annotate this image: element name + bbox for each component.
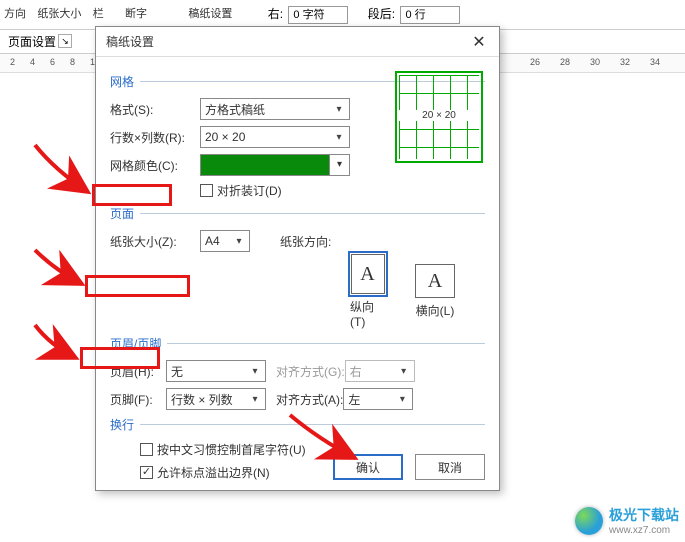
chevron-down-icon: ▾	[329, 155, 349, 175]
landscape-icon: A	[415, 264, 455, 298]
portrait-icon: A	[351, 254, 385, 294]
grid-preview-label: 20 × 20	[397, 110, 481, 121]
section-header-footer: 页眉/页脚	[110, 335, 485, 352]
chevron-down-icon: ▾	[331, 104, 347, 115]
rb-columns: 栏	[89, 0, 108, 28]
section-grid-label: 网格	[110, 73, 134, 90]
chevron-down-icon: ▾	[394, 394, 410, 405]
dialog-title-text: 稿纸设置	[106, 33, 154, 50]
rb-direction: 方向	[0, 0, 30, 28]
chevron-down-icon: ▾	[247, 394, 263, 405]
fold-binding-checkbox[interactable]: 对折装订(D)	[200, 182, 282, 199]
format-label: 格式(S):	[110, 101, 200, 118]
align-g-select: 右▾	[345, 360, 415, 382]
rb-manuscript: 稿纸设置	[184, 0, 236, 28]
watermark-logo-icon	[575, 507, 603, 535]
checkbox-icon	[140, 443, 153, 456]
footer-select[interactable]: 行数 × 列数▾	[166, 388, 266, 410]
watermark-name: 极光下载站	[609, 505, 679, 525]
cancel-button[interactable]: 取消	[415, 454, 485, 480]
landscape-label: 横向(L)	[416, 302, 455, 319]
dialog-titlebar: 稿纸设置 ✕	[96, 27, 499, 57]
orientation-label: 纸张方向:	[280, 233, 331, 250]
section-wrap: 换行	[110, 416, 485, 433]
grid-color-select[interactable]: ▾	[200, 154, 350, 176]
orientation-landscape[interactable]: A 横向(L)	[415, 264, 455, 319]
section-wrap-label: 换行	[110, 416, 134, 433]
overflow-checkbox[interactable]: ✓ 允许标点溢出边界(N)	[140, 464, 270, 481]
indent-right-value[interactable]: 0 字符	[288, 6, 348, 24]
overflow-label: 允许标点溢出边界(N)	[157, 464, 270, 481]
align-a-select[interactable]: 左▾	[343, 388, 413, 410]
fold-binding-label: 对折装订(D)	[217, 182, 282, 199]
rb-hyphen: 断字	[121, 0, 151, 28]
cjk-wrap-checkbox[interactable]: 按中文习惯控制首尾字符(U)	[140, 441, 306, 458]
ok-button[interactable]: 确认	[333, 454, 403, 480]
color-swatch-icon	[201, 155, 329, 175]
cjk-wrap-label: 按中文习惯控制首尾字符(U)	[157, 441, 306, 458]
checkbox-checked-icon: ✓	[140, 466, 153, 479]
manuscript-settings-dialog: 稿纸设置 ✕ 网格 20 × 20 格式(S): 方格式稿纸▾ 行数×列数(R)…	[95, 26, 500, 491]
paper-size-label: 纸张大小(Z):	[110, 233, 200, 250]
section-page: 页面	[110, 205, 485, 222]
indent-right-label: 右:	[268, 7, 283, 21]
chevron-down-icon: ▾	[331, 132, 347, 143]
paper-size-select[interactable]: A4▾	[200, 230, 250, 252]
footer-label: 页脚(F):	[110, 391, 166, 408]
page-setup-group-label: 页面设置	[8, 33, 56, 50]
checkbox-icon	[200, 184, 213, 197]
chevron-down-icon: ▾	[231, 236, 247, 247]
rb-paper-size: 纸张大小	[33, 0, 85, 28]
rows-cols-label: 行数×列数(R):	[110, 129, 200, 146]
rows-cols-select[interactable]: 20 × 20▾	[200, 126, 350, 148]
header-label: 页眉(H):	[110, 363, 166, 380]
grid-preview: 20 × 20	[395, 71, 483, 163]
align-a-label: 对齐方式(A):	[276, 391, 343, 408]
section-page-label: 页面	[110, 205, 134, 222]
chevron-down-icon: ▾	[396, 366, 412, 377]
orientation-portrait[interactable]: A 纵向(T)	[350, 254, 385, 329]
portrait-label: 纵向(T)	[350, 298, 385, 329]
dialog-launcher-icon[interactable]: ↘	[58, 34, 72, 48]
section-hf-label: 页眉/页脚	[110, 335, 161, 352]
spacing-after-value[interactable]: 0 行	[400, 6, 460, 24]
align-g-label: 对齐方式(G):	[276, 363, 345, 380]
watermark-url: www.xz7.com	[609, 525, 679, 536]
close-icon[interactable]: ✕	[459, 32, 499, 52]
grid-color-label: 网格颜色(C):	[110, 157, 200, 174]
header-select[interactable]: 无▾	[166, 360, 266, 382]
watermark: 极光下载站 www.xz7.com	[575, 505, 679, 536]
spacing-after-label: 段后:	[368, 7, 395, 21]
chevron-down-icon: ▾	[247, 366, 263, 377]
format-select[interactable]: 方格式稿纸▾	[200, 98, 350, 120]
